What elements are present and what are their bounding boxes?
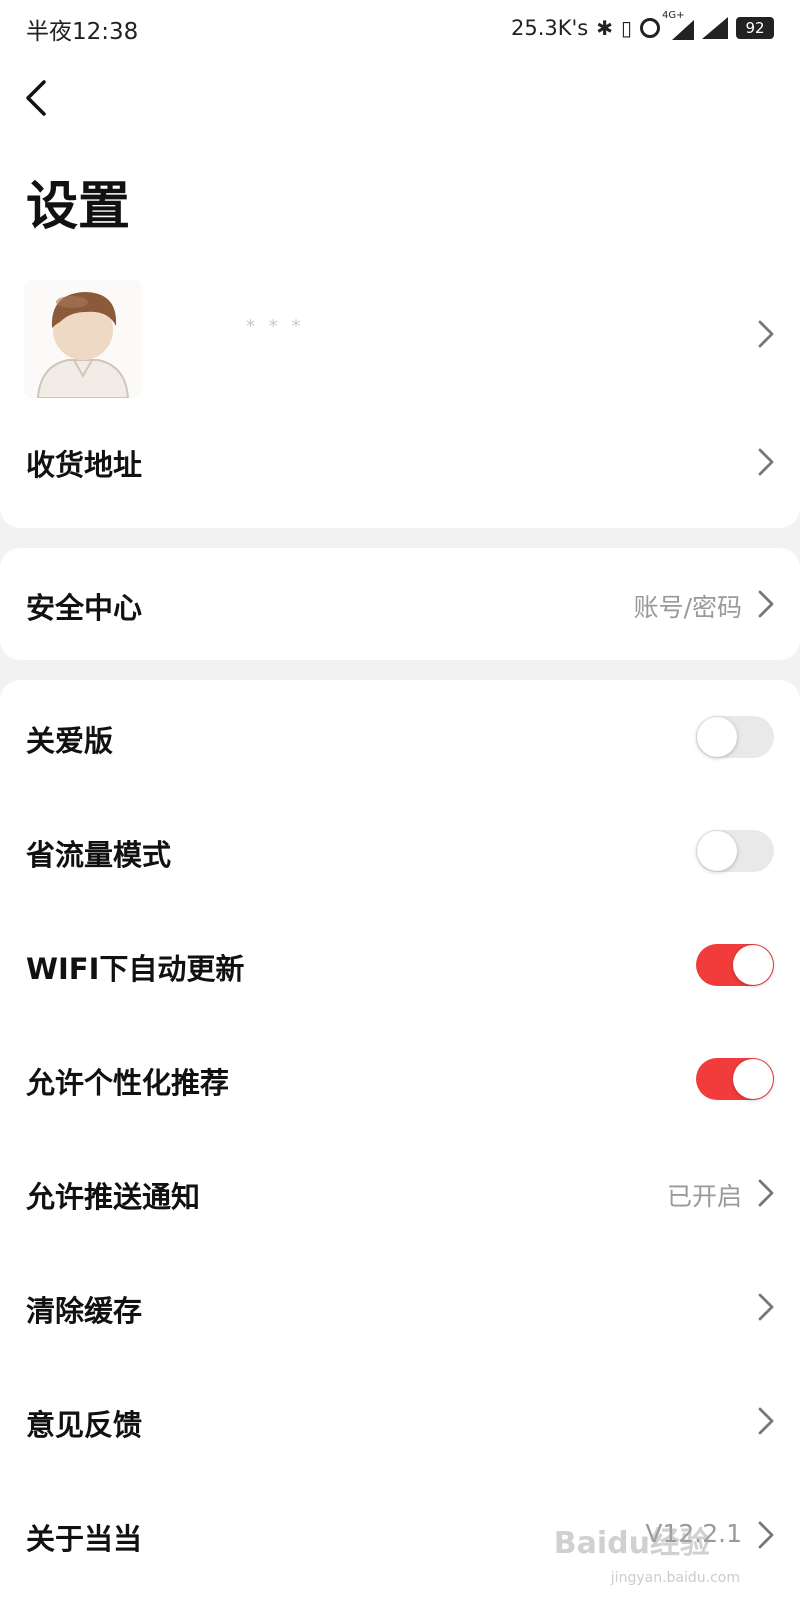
network-speed: 25.3K's (510, 16, 589, 40)
wifi-update-label: WIFI下自动更新 (26, 952, 245, 986)
page-title: 设置 (26, 177, 131, 237)
data-saver-row: 省流量模式 (0, 794, 800, 908)
care-mode-toggle[interactable] (696, 716, 774, 758)
account-card: * * * 收货地址 (0, 256, 800, 528)
feedback-label: 意见反馈 (26, 1408, 143, 1442)
signal-4g-icon: 4G+ (662, 10, 694, 40)
status-icons: 25.3K's ✱ ▯ 4G+ 92 (510, 10, 774, 44)
battery-icon: 92 (736, 17, 774, 39)
vibrate-icon: ▯ (620, 16, 632, 40)
settings-page: 半夜12:38 25.3K's ✱ ▯ 4G+ 92 设置 * * * 收货地址… (0, 0, 800, 1600)
clear-cache-label: 清除缓存 (26, 1294, 143, 1328)
header: 设置 (0, 56, 800, 256)
security-card: 安全中心 账号/密码 (0, 548, 800, 660)
toggle-knob (697, 831, 737, 871)
address-row[interactable]: 收货地址 (0, 412, 800, 512)
chevron-left-icon (26, 80, 46, 116)
bluetooth-icon: ✱ (596, 16, 613, 40)
wifi-update-row: WIFI下自动更新 (0, 908, 800, 1022)
data-saver-label: 省流量模式 (26, 838, 172, 872)
status-bar: 半夜12:38 25.3K's ✱ ▯ 4G+ 92 (0, 0, 800, 56)
back-button[interactable] (16, 76, 60, 120)
security-label: 安全中心 (26, 591, 143, 625)
status-time: 半夜12:38 (26, 19, 139, 45)
about-label: 关于当当 (26, 1522, 143, 1556)
chevron-right-icon (758, 590, 774, 618)
chevron-right-icon (758, 320, 774, 348)
preferences-card: 关爱版 省流量模式 WIFI下自动更新 允许个性化推荐 允许推送通知 已开启 清… (0, 680, 800, 1600)
profile-row[interactable]: * * * (0, 256, 800, 412)
toggle-knob (733, 1059, 773, 1099)
watermark-url: jingyan.baidu.com (610, 1570, 740, 1586)
feedback-row[interactable]: 意见反馈 (0, 1364, 800, 1478)
user-avatar-icon (24, 280, 142, 398)
security-value: 账号/密码 (633, 593, 742, 622)
chevron-right-icon (758, 1179, 774, 1207)
toggle-knob (697, 717, 737, 757)
signal-icon (702, 17, 728, 39)
address-label: 收货地址 (26, 448, 143, 482)
security-row[interactable]: 安全中心 账号/密码 (0, 548, 800, 660)
chevron-right-icon (758, 1521, 774, 1549)
care-mode-label: 关爱版 (26, 724, 114, 758)
toggle-knob (733, 945, 773, 985)
personalized-row: 允许个性化推荐 (0, 1022, 800, 1136)
push-value: 已开启 (666, 1182, 742, 1211)
push-row[interactable]: 允许推送通知 已开启 (0, 1136, 800, 1250)
alarm-icon (640, 18, 660, 38)
personalized-label: 允许个性化推荐 (26, 1066, 230, 1100)
clear-cache-row[interactable]: 清除缓存 (0, 1250, 800, 1364)
avatar (24, 280, 142, 398)
chevron-right-icon (758, 1407, 774, 1435)
push-label: 允许推送通知 (26, 1180, 201, 1214)
watermark: Baidu经验 (553, 1526, 710, 1561)
chevron-right-icon (758, 448, 774, 476)
care-mode-row: 关爱版 (0, 680, 800, 794)
wifi-update-toggle[interactable] (696, 944, 774, 986)
chevron-right-icon (758, 1293, 774, 1321)
profile-name: * * * (246, 316, 305, 337)
personalized-toggle[interactable] (696, 1058, 774, 1100)
data-saver-toggle[interactable] (696, 830, 774, 872)
